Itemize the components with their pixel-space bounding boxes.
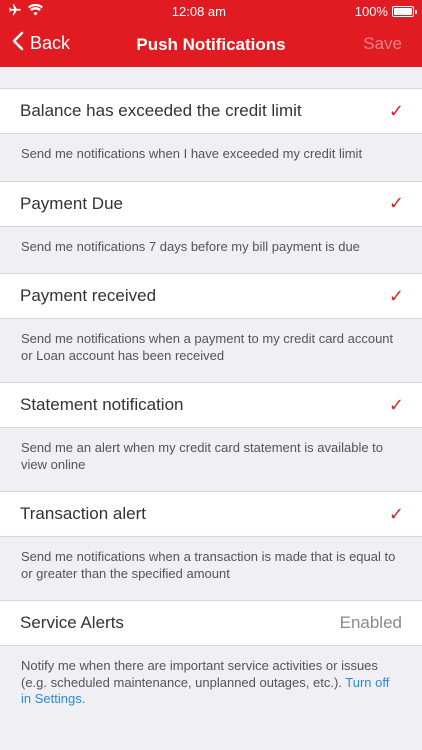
airplane-icon <box>8 3 22 20</box>
notification-label: Payment received <box>20 286 157 305</box>
service-alerts-row[interactable]: Service Alerts Enabled <box>0 600 422 646</box>
wifi-icon <box>28 3 43 19</box>
notification-row-payment-received[interactable]: Payment received ✓ <box>0 273 422 319</box>
service-description-text: Notify me when there are important servi… <box>21 658 378 690</box>
status-time: 12:08 am <box>171 3 226 19</box>
notification-description: Send me notifications when I have exceed… <box>21 146 363 161</box>
nav-bar: Back Push Notifications Save <box>0 22 422 67</box>
save-button[interactable]: Save <box>363 34 402 54</box>
notification-row-credit-limit[interactable]: Balance has exceeded the credit limit ✓ <box>0 88 422 134</box>
battery-percent: 100% <box>354 3 388 19</box>
service-alerts-value: Enabled <box>339 613 402 632</box>
service-alerts-label: Service Alerts <box>20 613 124 632</box>
notification-label: Payment Due <box>20 193 123 213</box>
notification-description: Send me notifications when a transaction… <box>21 549 396 581</box>
notification-list: Balance has exceeded the credit limit ✓ … <box>0 88 422 726</box>
notification-label: Balance has exceeded the credit limit <box>20 101 302 120</box>
battery-icon <box>391 5 417 17</box>
notification-description: Send me notifications 7 days before my b… <box>21 238 360 254</box>
check-icon: ✓ <box>388 100 404 121</box>
service-alerts-description: Notify me when there are important servi… <box>0 646 422 726</box>
notification-label: Transaction alert <box>20 504 146 523</box>
status-bar: 12:08 am 100% <box>0 0 422 22</box>
check-icon: ✓ <box>388 503 404 524</box>
notification-row-payment-due[interactable]: Payment Due ✓ <box>0 180 422 227</box>
notification-label: Statement notification <box>20 395 184 414</box>
check-icon: ✓ <box>388 394 404 415</box>
notification-description: Send me notifications when a payment to … <box>21 331 394 363</box>
back-label: Back <box>30 33 71 53</box>
check-icon: ✓ <box>388 285 404 306</box>
notification-description: Send me an alert when my credit card sta… <box>21 440 384 472</box>
notification-row-statement[interactable]: Statement notification ✓ <box>0 382 422 428</box>
back-button[interactable]: Back <box>12 31 70 56</box>
chevron-left-icon <box>12 31 24 56</box>
check-icon: ✓ <box>388 193 404 213</box>
header: 12:08 am 100% Back Push Notifications Sa… <box>0 0 422 67</box>
notification-row-transaction[interactable]: Transaction alert ✓ <box>0 491 422 537</box>
